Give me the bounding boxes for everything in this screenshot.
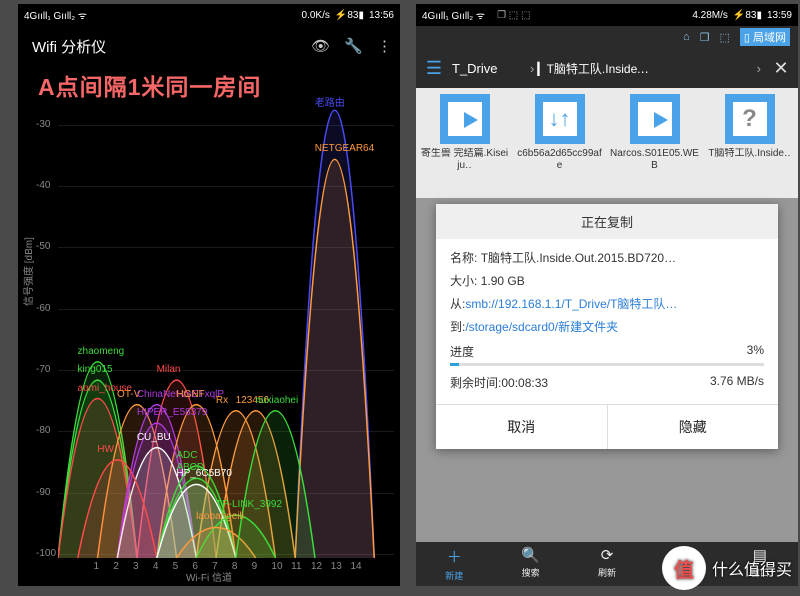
file-label: T脑特工队.Inside‥ (703, 148, 796, 174)
watermark: 值 什么值得买 (662, 546, 792, 590)
progress-label-row: 进度3% (450, 343, 764, 360)
app-bar: ☰ T_Drive › ▎T脑特工队.Inside.‥ › ✕ (416, 48, 798, 88)
watermark-badge: 值 (662, 546, 706, 590)
network-label: ADC (176, 450, 197, 461)
right-phone: 4Gııll₁ Gııll₂ ᯤ❐ ⬚ ⬚ 4.28M/s ⚡83▮ 13:59… (416, 4, 798, 586)
hide-button[interactable]: 隐藏 (608, 405, 779, 449)
tab-icon[interactable]: ⬚ (719, 31, 729, 44)
tab-icon[interactable]: ❐ (700, 31, 710, 44)
network-label: TP-LINK_3992 (216, 499, 282, 510)
file-icon (630, 94, 680, 144)
remain-row: 剩余时间:00:08:333.76 MB/s (450, 374, 764, 391)
file-label: Narcos.S01E05.WEB (608, 148, 701, 174)
network-label: 老路由 (315, 94, 345, 109)
name-row: 名称: T脑特工队.Inside.Out.2015.BD720… (450, 249, 764, 266)
network-label: Rx (216, 395, 228, 406)
network-label: laobangeili (196, 511, 244, 522)
home-icon[interactable]: ⌂ (683, 31, 690, 43)
file-label: 寄生兽 完结篇.Kiseiju‥ (418, 148, 511, 174)
file-item[interactable]: Narcos.S01E05.WEB (608, 94, 701, 174)
status-bar: 4Gııll₁ Gııll₂ ᯤ 0.0K/s ⚡83▮ 13:56 (18, 4, 400, 26)
network-label: CU_BU (137, 432, 171, 443)
file-icon (535, 94, 585, 144)
bottom-icon: 🔍 (492, 546, 568, 564)
dialog-title: 正在复制 (436, 204, 778, 239)
left-phone: 4Gııll₁ Gııll₂ ᯤ 0.0K/s ⚡83▮ 13:56 Wifi … (18, 4, 400, 586)
bottom-搜索[interactable]: 🔍搜索 (492, 542, 568, 586)
drive-label[interactable]: T_Drive (452, 61, 527, 76)
file-item[interactable]: T脑特工队.Inside‥ (703, 94, 796, 174)
bottom-刷新[interactable]: ⟳刷新 (569, 542, 645, 586)
file-icon (725, 94, 775, 144)
size-row: 大小: 1.90 GB (450, 272, 764, 289)
network-label: HIPER_E58379 (137, 407, 208, 418)
wifi-chart: 信号强度 [dBm] Wi-Fi 信道 -30-40-50-60-70-80-9… (18, 66, 400, 586)
close-icon[interactable]: ✕ (764, 58, 798, 79)
eye-icon[interactable]: 👁 (311, 37, 330, 55)
bottom-icon: ⟳ (569, 546, 645, 564)
file-item[interactable]: 寄生兽 完结篇.Kiseiju‥ (418, 94, 511, 174)
overlay-annotation: A点间隔1米同一房间 (38, 68, 261, 102)
app-bar: Wifi 分析仪 👁 🔧 ⋮ (18, 26, 400, 66)
file-label: c6b56a2d65cc99afe (513, 148, 606, 174)
cancel-button[interactable]: 取消 (436, 405, 608, 449)
network-label: HW (97, 444, 114, 455)
bottom-新建[interactable]: ＋新建 (416, 542, 492, 586)
network-label: NETGEAR64 (315, 143, 374, 154)
more-icon[interactable]: ⋮ (377, 37, 392, 55)
copy-dialog: 正在复制 名称: T脑特工队.Inside.Out.2015.BD720… 大小… (436, 204, 778, 449)
network-label: Milan (157, 364, 181, 375)
network-label: HGNF (176, 389, 204, 400)
to-row: 到:/storage/sdcard0/新建文件夹 (450, 318, 764, 335)
file-grid: 寄生兽 完结篇.Kiseiju‥c6b56a2d65cc99afeNarcos.… (416, 88, 798, 180)
path-label[interactable]: ▎T脑特工队.Inside.‥ (537, 60, 753, 77)
file-icon (440, 94, 490, 144)
progress-bar (450, 363, 764, 366)
wrench-icon[interactable]: 🔧 (344, 37, 363, 55)
file-item[interactable]: c6b56a2d65cc99afe (513, 94, 606, 174)
status-bar: 4Gııll₁ Gııll₂ ᯤ❐ ⬚ ⬚ 4.28M/s ⚡83▮ 13:59 (416, 4, 798, 26)
network-label: zhaomeng (78, 346, 125, 357)
lan-label[interactable]: ▯ 局域网 (740, 28, 790, 46)
menu-icon[interactable]: ☰ (416, 58, 452, 79)
top-nav: ⌂ ❐ ⬚ ▯ 局域网 (416, 26, 798, 48)
from-row: 从:smb://192.168.1.1/T_Drive/T脑特工队… (450, 295, 764, 312)
app-title: Wifi 分析仪 (26, 36, 311, 57)
chevron-icon: › (527, 61, 537, 76)
chevron-icon: › (754, 61, 764, 76)
bottom-icon: ＋ (416, 546, 492, 567)
network-label: nuxiaohei (255, 395, 298, 406)
network-label: king015 (78, 364, 113, 375)
network-label: HP_6C5B70 (176, 468, 232, 479)
